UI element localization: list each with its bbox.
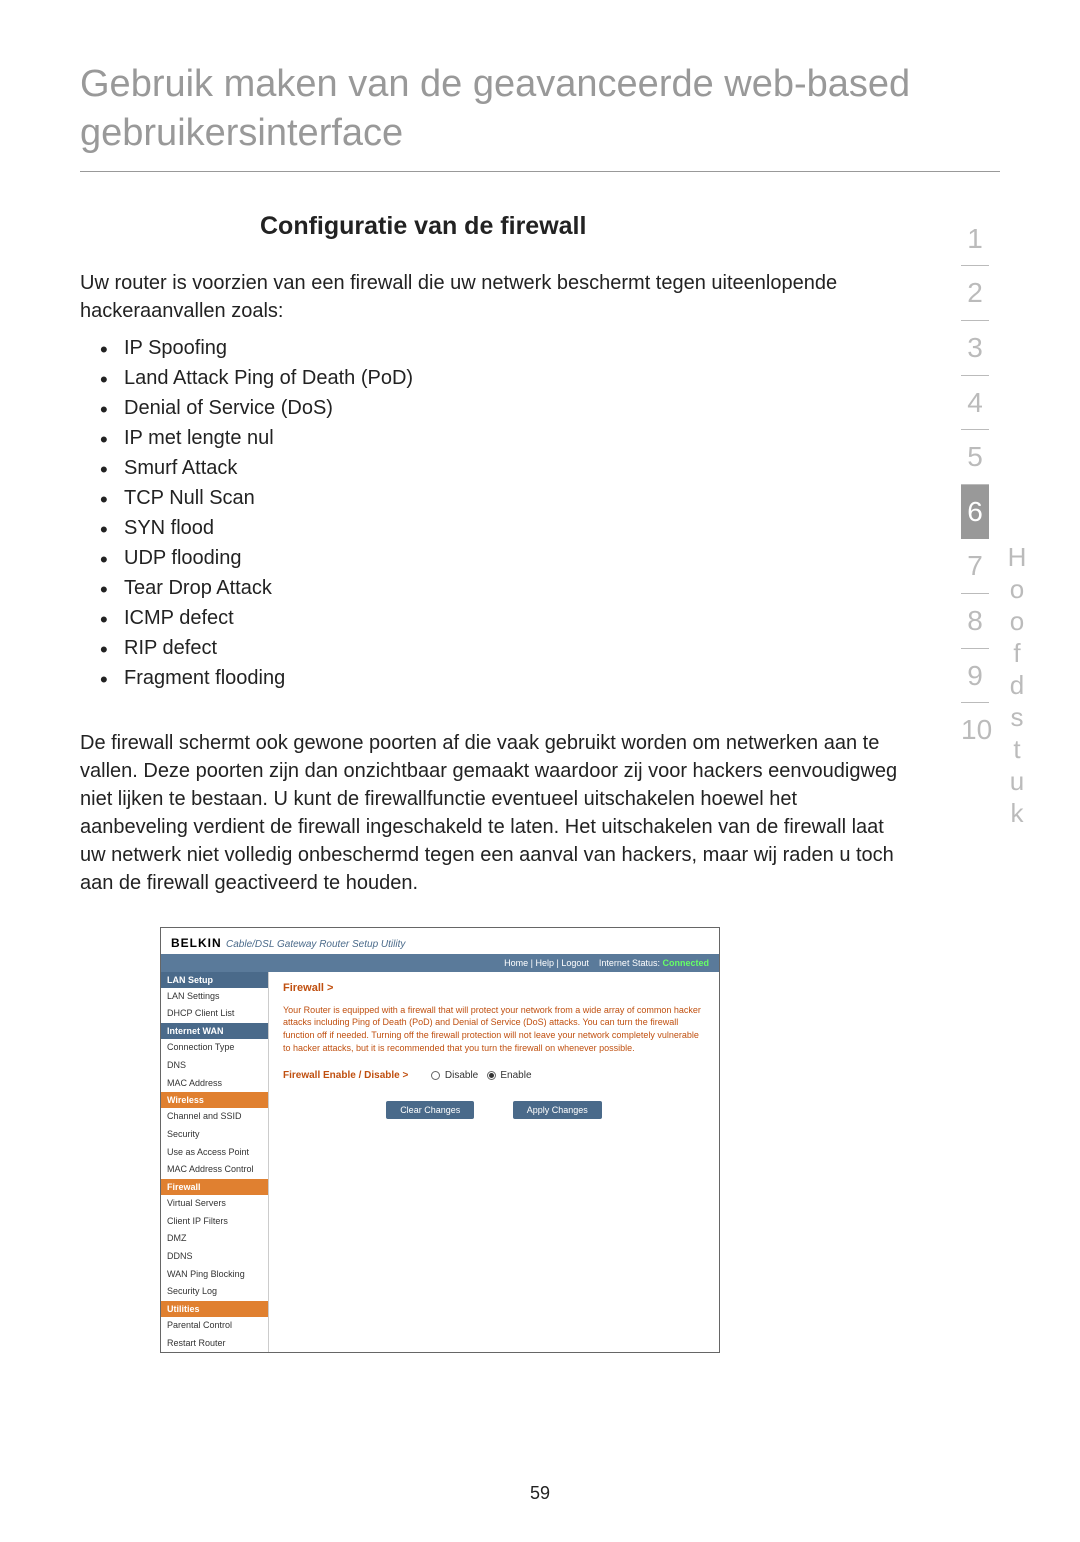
list-item: Smurf Attack (100, 453, 910, 483)
sidebar-item[interactable]: Security (161, 1126, 268, 1144)
chapter-label: Hoofdstuk (1001, 542, 1032, 830)
sidebar-item[interactable]: DNS (161, 1057, 268, 1075)
chapter-nav: 1 2 3 4 5 6 7 8 9 10 Hoofdstuk (950, 212, 1000, 1354)
topbar-links[interactable]: Home | Help | Logout (504, 958, 589, 968)
list-item: RIP defect (100, 633, 910, 663)
sidebar-item[interactable]: DDNS (161, 1248, 268, 1266)
sidebar-item[interactable]: Restart Router (161, 1335, 268, 1353)
radio-disable-label: Disable (445, 1070, 478, 1081)
attack-list: IP Spoofing Land Attack Ping of Death (P… (100, 333, 910, 693)
firewall-description: Your Router is equipped with a firewall … (283, 1004, 705, 1054)
radio-enable[interactable] (487, 1071, 496, 1080)
brand-subtitle: Cable/DSL Gateway Router Setup Utility (226, 939, 405, 950)
page-title: Gebruik maken van de geavanceerde web-ba… (80, 60, 1000, 172)
sidebar-item[interactable]: DHCP Client List (161, 1005, 268, 1023)
chapter-2[interactable]: 2 (961, 266, 989, 321)
sidebar-head-lan[interactable]: LAN Setup (161, 972, 268, 988)
chapter-4[interactable]: 4 (961, 376, 989, 431)
clear-changes-button[interactable]: Clear Changes (386, 1101, 474, 1119)
chapter-8[interactable]: 8 (961, 594, 989, 649)
top-bar: Home | Help | Logout Internet Status: Co… (161, 954, 719, 972)
brand-bar: BELKIN Cable/DSL Gateway Router Setup Ut… (161, 928, 719, 954)
sidebar-item[interactable]: LAN Settings (161, 988, 268, 1006)
screenshot-sidebar: LAN Setup LAN Settings DHCP Client List … (161, 972, 269, 1353)
status-label: Internet Status: (599, 958, 660, 968)
list-item: SYN flood (100, 513, 910, 543)
brand-name: BELKIN (171, 936, 222, 950)
sidebar-head-firewall[interactable]: Firewall (161, 1179, 268, 1195)
button-row: Clear Changes Apply Changes (283, 1101, 705, 1119)
sidebar-item[interactable]: Virtual Servers (161, 1195, 268, 1213)
radio-disable[interactable] (431, 1071, 440, 1080)
chapter-5[interactable]: 5 (961, 430, 989, 485)
apply-changes-button[interactable]: Apply Changes (513, 1101, 602, 1119)
sidebar-item[interactable]: DMZ (161, 1230, 268, 1248)
chapter-3[interactable]: 3 (961, 321, 989, 376)
list-item: Land Attack Ping of Death (PoD) (100, 363, 910, 393)
list-item: Fragment flooding (100, 663, 910, 693)
list-item: ICMP defect (100, 603, 910, 633)
sidebar-head-utilities[interactable]: Utilities (161, 1301, 268, 1317)
embedded-screenshot: BELKIN Cable/DSL Gateway Router Setup Ut… (160, 927, 720, 1354)
breadcrumb: Firewall > (283, 982, 705, 994)
chapter-7[interactable]: 7 (961, 539, 989, 594)
screenshot-body: LAN Setup LAN Settings DHCP Client List … (161, 972, 719, 1353)
list-item: Tear Drop Attack (100, 573, 910, 603)
content-wrapper: Configuratie van de firewall Uw router i… (80, 212, 1000, 1354)
firewall-toggle-row: Firewall Enable / Disable > Disable Enab… (283, 1070, 705, 1081)
sidebar-head-wan[interactable]: Internet WAN (161, 1023, 268, 1039)
list-item: Denial of Service (DoS) (100, 393, 910, 423)
main-content: Configuratie van de firewall Uw router i… (80, 212, 950, 1354)
sidebar-item[interactable]: Parental Control (161, 1317, 268, 1335)
chapter-6[interactable]: 6 (961, 485, 989, 540)
sidebar-item[interactable]: Connection Type (161, 1039, 268, 1057)
status-value: Connected (662, 958, 709, 968)
intro-text: Uw router is voorzien van een firewall d… (80, 269, 910, 325)
sidebar-head-wireless[interactable]: Wireless (161, 1092, 268, 1108)
sidebar-item[interactable]: Security Log (161, 1283, 268, 1301)
screenshot-main: Firewall > Your Router is equipped with … (269, 972, 719, 1353)
list-item: TCP Null Scan (100, 483, 910, 513)
sidebar-item[interactable]: WAN Ping Blocking (161, 1266, 268, 1284)
body-text: De firewall schermt ook gewone poorten a… (80, 729, 910, 897)
chapter-9[interactable]: 9 (961, 649, 989, 704)
option-label: Firewall Enable / Disable > (283, 1070, 408, 1081)
list-item: IP met lengte nul (100, 423, 910, 453)
list-item: IP Spoofing (100, 333, 910, 363)
radio-enable-label: Enable (500, 1070, 531, 1081)
page-number: 59 (530, 1483, 550, 1504)
sidebar-item[interactable]: Channel and SSID (161, 1108, 268, 1126)
sidebar-item[interactable]: MAC Address (161, 1075, 268, 1093)
sidebar-item[interactable]: MAC Address Control (161, 1161, 268, 1179)
sidebar-item[interactable]: Client IP Filters (161, 1213, 268, 1231)
list-item: UDP flooding (100, 543, 910, 573)
chapter-10[interactable]: 10 (961, 703, 989, 757)
chapter-1[interactable]: 1 (961, 212, 989, 267)
section-heading: Configuratie van de firewall (260, 212, 910, 241)
sidebar-item[interactable]: Use as Access Point (161, 1144, 268, 1162)
